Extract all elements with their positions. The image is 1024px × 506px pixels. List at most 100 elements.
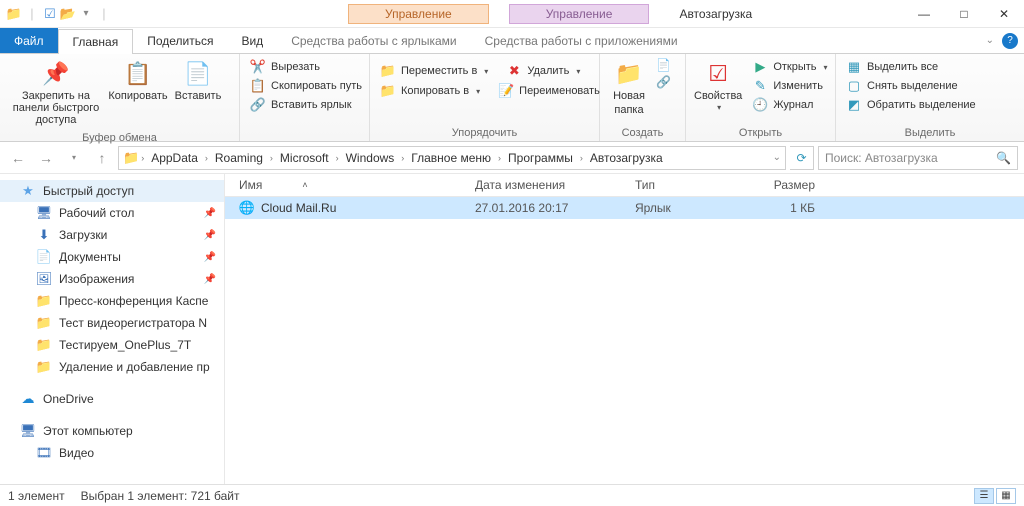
- cut-label: Вырезать: [271, 61, 320, 73]
- new-item-icon[interactable]: 📄: [656, 58, 671, 72]
- rename-button[interactable]: 📝Переименовать: [494, 82, 604, 100]
- sidebar-quick-access[interactable]: ★Быстрый доступ: [0, 180, 224, 202]
- sidebar-folder-1[interactable]: 📁Пресс-конференция Каспе: [0, 290, 224, 312]
- properties-button[interactable]: ☑ Свойства ▾: [692, 58, 744, 115]
- minimize-button[interactable]: —: [904, 0, 944, 28]
- sidebar-downloads[interactable]: ⬇Загрузки📌: [0, 224, 224, 246]
- sidebar-documents[interactable]: 📄Документы📌: [0, 246, 224, 268]
- pin-icon: 📌: [204, 252, 216, 263]
- folder-icon: 📁: [36, 337, 52, 353]
- back-button[interactable]: ←: [6, 146, 30, 170]
- status-count: 1 элемент: [8, 489, 65, 503]
- crumb-startmenu[interactable]: Главное меню: [406, 151, 496, 165]
- tab-home[interactable]: Главная: [58, 29, 134, 54]
- qat-overflow-icon[interactable]: ▾: [78, 6, 94, 22]
- crumb-programs[interactable]: Программы: [503, 151, 578, 165]
- up-button[interactable]: ↑: [90, 146, 114, 170]
- sidebar-thispc[interactable]: 🖥Этот компьютер: [0, 420, 224, 442]
- open-icon: ▶: [752, 59, 768, 75]
- edit-button[interactable]: ✎Изменить: [748, 77, 831, 95]
- documents-icon: 📄: [36, 249, 52, 265]
- qat-properties-icon[interactable]: ☑: [42, 6, 58, 22]
- folder-icon: 📁: [36, 293, 52, 309]
- paste-button[interactable]: 📄 Вставить: [170, 58, 226, 104]
- copy-icon: 📋: [124, 60, 152, 88]
- view-icons-button[interactable]: ▦: [996, 488, 1016, 504]
- copyto-button[interactable]: 📁Копировать в▾: [376, 82, 484, 100]
- copy-button[interactable]: 📋 Копировать: [110, 58, 166, 104]
- context-tab-shortcuts[interactable]: Управление: [348, 4, 489, 24]
- copy-label: Копировать: [108, 90, 167, 102]
- sidebar-pictures[interactable]: 🖼Изображения📌: [0, 268, 224, 290]
- file-type: Ярлык: [635, 201, 745, 215]
- delete-button[interactable]: ✖ Удалить ▾: [502, 62, 584, 80]
- refresh-button[interactable]: ⟳: [790, 146, 814, 170]
- paste-shortcut-button[interactable]: 🔗Вставить ярлык: [246, 96, 366, 114]
- sidebar-folder-4[interactable]: 📁Удаление и добавление пр: [0, 356, 224, 378]
- cut-button[interactable]: ✂️Вырезать: [246, 58, 366, 76]
- rename-label: Переименовать: [519, 85, 600, 97]
- onedrive-icon: ☁: [20, 391, 36, 407]
- sidebar-folder-3[interactable]: 📁Тестируем_OnePlus_7T: [0, 334, 224, 356]
- tab-view[interactable]: Вид: [227, 28, 277, 53]
- breadcrumb[interactable]: 📁 › AppData› Roaming› Microsoft› Windows…: [118, 146, 786, 170]
- tab-file[interactable]: Файл: [0, 28, 58, 53]
- chevron-down-icon: ▾: [824, 63, 828, 72]
- column-type[interactable]: Тип: [635, 178, 745, 192]
- crumb-roaming[interactable]: Roaming: [210, 151, 268, 165]
- new-folder-button[interactable]: 📁 Новая папка: [606, 58, 652, 118]
- pictures-icon: 🖼: [36, 271, 52, 287]
- paste-icon: 📄: [184, 60, 212, 88]
- select-none-button[interactable]: ▢Снять выделение: [842, 77, 980, 95]
- navigation-pane[interactable]: ★Быстрый доступ 🖥Рабочий стол📌 ⬇Загрузки…: [0, 174, 225, 484]
- context-tab-apps[interactable]: Управление: [509, 4, 650, 24]
- sidebar-videos[interactable]: 🎞Видео: [0, 442, 224, 464]
- search-input[interactable]: Поиск: Автозагрузка 🔍: [818, 146, 1018, 170]
- history-button[interactable]: 🕘Журнал: [748, 96, 831, 114]
- shortcut-icon: 🔗: [250, 97, 266, 113]
- select-all-button[interactable]: ▦Выделить все: [842, 58, 980, 76]
- sidebar-desktop[interactable]: 🖥Рабочий стол📌: [0, 202, 224, 224]
- crumb-windows[interactable]: Windows: [341, 151, 400, 165]
- file-row[interactable]: 🌐Cloud Mail.Ru 27.01.2016 20:17 Ярлык 1 …: [225, 197, 1024, 219]
- crumb-sep[interactable]: ›: [139, 153, 146, 163]
- copyto-icon: 📁: [380, 83, 396, 99]
- selectinvert-icon: ◩: [846, 97, 862, 113]
- column-size[interactable]: Размер: [745, 178, 825, 192]
- column-date[interactable]: Дата изменения: [475, 178, 635, 192]
- search-placeholder: Поиск: Автозагрузка: [825, 151, 938, 165]
- ribbon-collapse-icon[interactable]: ⌄: [986, 35, 994, 46]
- column-name[interactable]: Имя˄: [225, 178, 475, 192]
- open-button[interactable]: ▶ Открыть ▾: [748, 58, 831, 76]
- chevron-down-icon: ▾: [576, 67, 580, 76]
- sidebar-onedrive[interactable]: ☁OneDrive: [0, 388, 224, 410]
- copypath-button[interactable]: 📋Скопировать путь: [246, 77, 366, 95]
- crumb-appdata[interactable]: AppData: [146, 151, 203, 165]
- open-label: Открыть: [773, 61, 816, 73]
- group-open-title: Открыть: [686, 127, 835, 141]
- sidebar-folder-2[interactable]: 📁Тест видеорегистратора N: [0, 312, 224, 334]
- help-icon[interactable]: ?: [1002, 33, 1018, 49]
- column-headers[interactable]: Имя˄ Дата изменения Тип Размер: [225, 174, 1024, 197]
- view-details-button[interactable]: ☰: [974, 488, 994, 504]
- close-button[interactable]: ✕: [984, 0, 1024, 28]
- tab-share[interactable]: Поделиться: [133, 28, 227, 53]
- moveto-button[interactable]: 📁Переместить в▾: [376, 62, 492, 80]
- star-icon: ★: [20, 183, 36, 199]
- copypath-icon: 📋: [250, 78, 266, 94]
- history-dropdown[interactable]: ▾: [62, 146, 86, 170]
- delete-label: Удалить: [527, 65, 569, 77]
- crumb-microsoft[interactable]: Microsoft: [275, 151, 334, 165]
- delete-icon: ✖: [506, 63, 522, 79]
- pin-icon: 📌: [204, 208, 216, 219]
- properties-icon: ☑: [704, 60, 732, 88]
- easy-access-icon[interactable]: 🔗: [656, 75, 671, 89]
- tab-app-tools[interactable]: Средства работы с приложениями: [471, 28, 692, 53]
- pin-to-quick-button[interactable]: 📌 Закрепить на панели быстрого доступа: [6, 58, 106, 128]
- tab-shortcut-tools[interactable]: Средства работы с ярлыками: [277, 28, 470, 53]
- crumb-dropdown-icon[interactable]: ⌄: [773, 152, 781, 163]
- select-invert-button[interactable]: ◩Обратить выделение: [842, 96, 980, 114]
- maximize-button[interactable]: □: [944, 0, 984, 28]
- crumb-startup[interactable]: Автозагрузка: [585, 151, 668, 165]
- forward-button[interactable]: →: [34, 146, 58, 170]
